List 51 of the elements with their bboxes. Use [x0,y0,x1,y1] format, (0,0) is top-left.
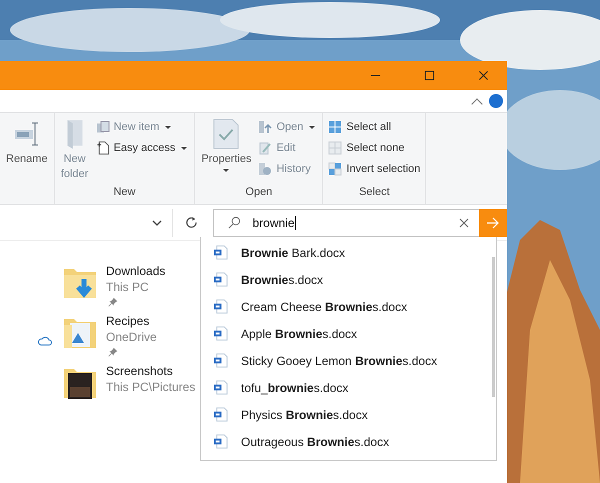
search-result[interactable]: Brownie Bark.docx [201,239,490,266]
ribbon-button[interactable]: Invert selection [325,160,424,178]
properties-icon [212,118,240,150]
search-field[interactable]: brownie [212,208,507,236]
search-result[interactable]: Cream Cheese Brownies.docx [201,293,490,320]
page-icon [96,141,110,155]
close-icon[interactable] [459,218,469,228]
search-icon [228,216,240,229]
ribbon-button[interactable]: Select all [325,118,424,136]
help-icon[interactable] [489,94,503,108]
group-label: Open [245,186,272,198]
search-result[interactable]: tofu_brownies.docx [201,374,490,401]
document-icon [213,326,228,341]
document-icon [213,245,228,260]
search-result[interactable]: Brownies.docx [201,266,490,293]
new-item-icon [96,120,110,134]
document-icon [213,299,228,314]
search-result[interactable]: Physics Brownies.docx [201,401,490,428]
maximize-icon[interactable] [424,70,435,81]
group-label: New [113,186,136,198]
document-icon [213,272,228,287]
group-label: Select [359,186,390,198]
history-icon [258,162,272,176]
document-icon [213,353,228,368]
scrollbar[interactable] [492,257,495,397]
folder-name[interactable]: Recipes [106,313,150,329]
open-icon [258,120,272,134]
close-icon[interactable] [478,70,489,81]
edit-icon [258,141,272,155]
folder-location: This PC\Pictures [106,379,196,395]
select-none-icon [328,141,342,155]
folder-location: OneDrive [106,329,157,345]
search-result[interactable]: Outrageous Brownies.docx [201,428,490,455]
search-text: brownie [252,216,295,230]
chevron-down-icon[interactable] [152,220,162,226]
search-result[interactable]: Sticky Gooey Lemon Brownies.docx [201,347,490,374]
folder-name[interactable]: Downloads [106,263,166,279]
invert-selection-icon [328,162,342,176]
select-all-icon [328,120,342,134]
refresh-icon[interactable] [184,216,198,229]
ribbon-button[interactable]: Easy access [92,139,192,157]
document-icon [213,434,228,449]
arrow-right-icon [486,216,500,228]
folder-location: This PC [106,279,149,295]
document-icon [213,380,228,395]
ribbon-button[interactable]: Rename [2,118,52,186]
document-icon [213,407,228,422]
ribbon-button[interactable]: Properties [197,118,256,186]
folder-name[interactable]: Screenshots [106,363,173,379]
search-result[interactable]: Apple Brownies.docx [201,320,490,347]
ribbon-button[interactable]: Select none [325,139,424,157]
